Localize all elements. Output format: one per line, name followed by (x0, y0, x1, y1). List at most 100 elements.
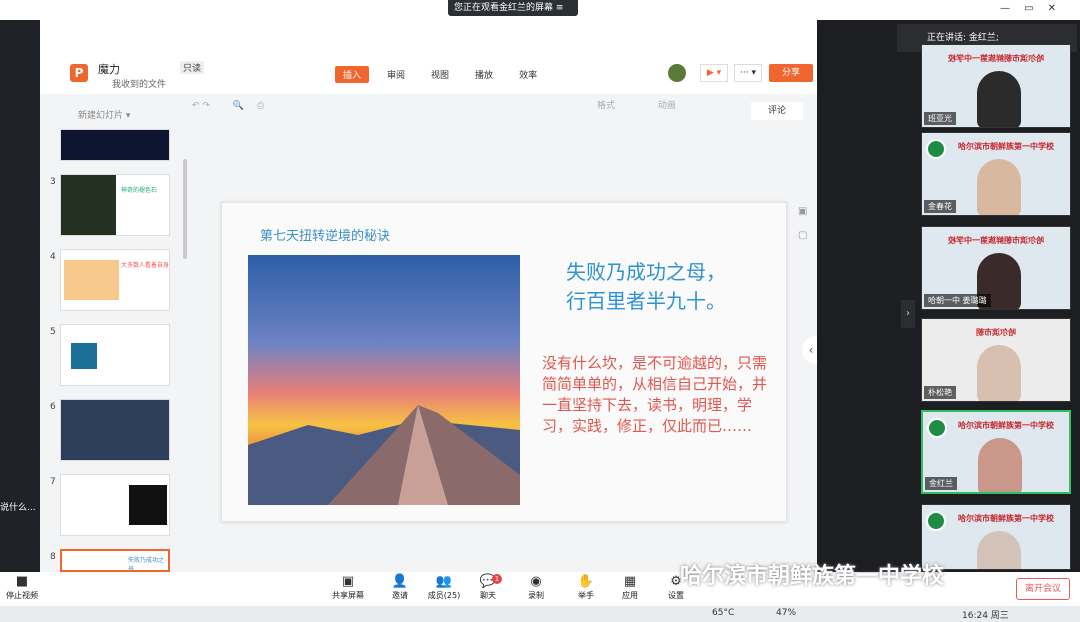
print-icon[interactable]: ⎙ (257, 101, 264, 111)
invite-icon: 👤 (391, 574, 409, 589)
invite-button[interactable]: 👤 邀请 (378, 574, 422, 601)
screen-share-banner[interactable]: 您正在观看金红兰的屏幕 ≡ (448, 0, 578, 16)
slide-thumb-8[interactable]: 失败乃成功之母 (60, 549, 170, 572)
more-icon[interactable]: ··· ▾ (734, 64, 762, 82)
comment-button[interactable]: 评论 (751, 102, 803, 120)
slide-thumb-7[interactable] (60, 474, 170, 536)
new-slide-button[interactable]: 新建幻灯片 ▾ (78, 108, 130, 121)
thumbnail-scrollbar[interactable] (183, 159, 187, 259)
slide-canvas: 第七天扭转逆境的秘诀 失败乃成功之母， 行百里者半九十。 没有什么坎，是不可逾越… (221, 202, 787, 522)
slide-title: 第七天扭转逆境的秘诀 (260, 229, 391, 244)
participant-video (977, 345, 1021, 401)
panel-toggle-icon[interactable]: › (901, 300, 915, 328)
clock[interactable]: 16:24 周三 (962, 608, 1009, 621)
tool-label: 聊天 (480, 591, 496, 600)
slide-thumb-6[interactable] (60, 399, 170, 461)
stop-video-label: 停止视频 (6, 591, 38, 600)
leave-meeting-button[interactable]: 离开会议 (1016, 578, 1070, 600)
participant-video (977, 159, 1021, 215)
slide-thumb-2[interactable] (60, 129, 170, 161)
tool-label: 录制 (528, 591, 544, 600)
participant-tile[interactable]: 哈尔滨市朝 朴松艳 (921, 318, 1071, 402)
tool-label: 邀请 (392, 591, 408, 600)
window-controls[interactable]: —▭✕ (1000, 3, 1070, 14)
wps-window: P 魔力 只读 我收到的文件 插入 审阅 视图 播放 效率 ▶ ▾ ··· ▾ … (40, 44, 820, 572)
battery: 47% (776, 608, 797, 618)
thumb-text: 神奇的褪色石 (121, 187, 158, 194)
thumb-text: 失败乃成功之母 (128, 557, 165, 572)
side-tool-icon[interactable]: ▢ (798, 230, 807, 241)
share-button[interactable]: 分享 (769, 64, 813, 82)
participant-name: 朴松艳 (924, 386, 956, 399)
tool-label: 应用 (622, 591, 638, 600)
side-tool-icon[interactable]: ▣ (798, 206, 807, 217)
participant-video (978, 438, 1022, 492)
members-icon: 👥 (435, 574, 453, 589)
chat-icon: 💬 (479, 574, 497, 589)
participant-tile-active[interactable]: 哈尔滨市朝鲜族第一中学校 金红兰 (921, 410, 1071, 494)
new-slide-label: 新建幻灯片 (78, 111, 124, 121)
school-banner: 哈尔滨市朝鲜族第一中学校 (958, 514, 1054, 523)
hand-icon: ✋ (577, 574, 595, 589)
tool-label: 举手 (578, 591, 594, 600)
slide-headline-line2: 行百里者半九十。 (566, 289, 726, 313)
participant-name: 金春花 (924, 200, 956, 213)
school-banner: 哈尔滨市朝 (976, 328, 1016, 337)
screen-share-label: 您正在观看金红兰的屏幕 (454, 3, 554, 13)
temperature: 65°C (712, 608, 735, 618)
thumb-text: 大多数人看着自身 (121, 262, 170, 269)
menu-bar: 插入 审阅 视图 播放 效率 (335, 66, 555, 83)
stop-video-button[interactable]: ■ 停止视频 (0, 574, 44, 601)
menu-view[interactable]: 视图 (423, 66, 457, 83)
doc-title: 魔力 (98, 63, 120, 76)
menu-review[interactable]: 审阅 (379, 66, 413, 83)
screen-share-icon: ▣ (341, 574, 355, 589)
wps-logo-icon: P (70, 64, 88, 82)
slide-thumb-5[interactable] (60, 324, 170, 386)
participant-video (977, 531, 1021, 569)
tool-label: 共享屏幕 (332, 591, 364, 600)
participant-tile[interactable]: 哈尔滨市朝鲜族第一中学校 班亚光 (921, 44, 1071, 128)
maximize-icon[interactable]: ▭ (1024, 3, 1047, 14)
format-tab[interactable]: 格式 (597, 101, 615, 111)
minimize-icon[interactable]: — (1000, 3, 1024, 14)
record-button[interactable]: ◉ 录制 (514, 574, 558, 601)
thumb-num: 5 (50, 327, 56, 337)
camera-icon: ■ (15, 574, 29, 589)
record-icon: ◉ (530, 574, 542, 589)
thumb-num: 4 (50, 252, 56, 262)
school-watermark: 哈尔滨市朝鲜族第一中学校 (680, 564, 945, 589)
raise-hand-button[interactable]: ✋ 举手 (564, 574, 608, 601)
menu-play[interactable]: 播放 (467, 66, 501, 83)
play-dropdown-icon[interactable]: ▶ ▾ (700, 64, 728, 82)
left-strip (0, 20, 40, 572)
search-icon[interactable]: 🔍 (233, 101, 244, 111)
participant-video (977, 71, 1021, 127)
undo-icon[interactable]: ↶ (192, 101, 200, 111)
apps-button[interactable]: ▦ 应用 (608, 574, 652, 601)
school-banner: 哈尔滨市朝鲜族第一中学校 (948, 54, 1044, 63)
chat-badge: 1 (492, 574, 502, 584)
slide-headline-line1: 失败乃成功之母， (566, 260, 726, 284)
chat-button[interactable]: 💬 聊天 1 (466, 574, 510, 601)
school-banner: 哈尔滨市朝鲜族第一中学校 (958, 421, 1054, 430)
wps-header: P 魔力 只读 我收到的文件 插入 审阅 视图 播放 效率 ▶ ▾ ··· ▾ … (40, 44, 817, 94)
tool-label: 成员(25) (427, 591, 461, 600)
avatar[interactable] (668, 64, 686, 82)
animation-tab[interactable]: 动画 (658, 101, 676, 111)
share-screen-button[interactable]: ▣ 共享屏幕 (326, 574, 370, 601)
sunset-mountain-image (248, 255, 520, 505)
members-button[interactable]: 👥 成员(25) (422, 574, 466, 601)
menu-insert[interactable]: 插入 (335, 66, 370, 83)
doc-location[interactable]: 我收到的文件 (112, 77, 166, 90)
participant-panel: 正在讲话: 金红兰; 哈尔滨市朝鲜族第一中学校 班亚光 哈尔滨市朝鲜族第一中学校… (817, 20, 1080, 572)
participant-tile[interactable]: 哈尔滨市朝鲜族第一中学校 金春花 (921, 132, 1071, 216)
participant-tile[interactable]: 哈尔滨市朝鲜族第一中学校 哈朝一中 姜璐璐 (921, 226, 1071, 310)
slide-thumb-3[interactable]: 神奇的褪色石 (60, 174, 170, 236)
slide-thumb-4[interactable]: 大多数人看着自身 (60, 249, 170, 311)
readonly-badge: 只读 (180, 61, 205, 74)
redo-icon[interactable]: ↷ (202, 101, 210, 111)
menu-efficiency[interactable]: 效率 (511, 66, 545, 83)
menu-icon[interactable]: ≡ (556, 3, 564, 13)
close-icon[interactable]: ✕ (1048, 3, 1070, 14)
